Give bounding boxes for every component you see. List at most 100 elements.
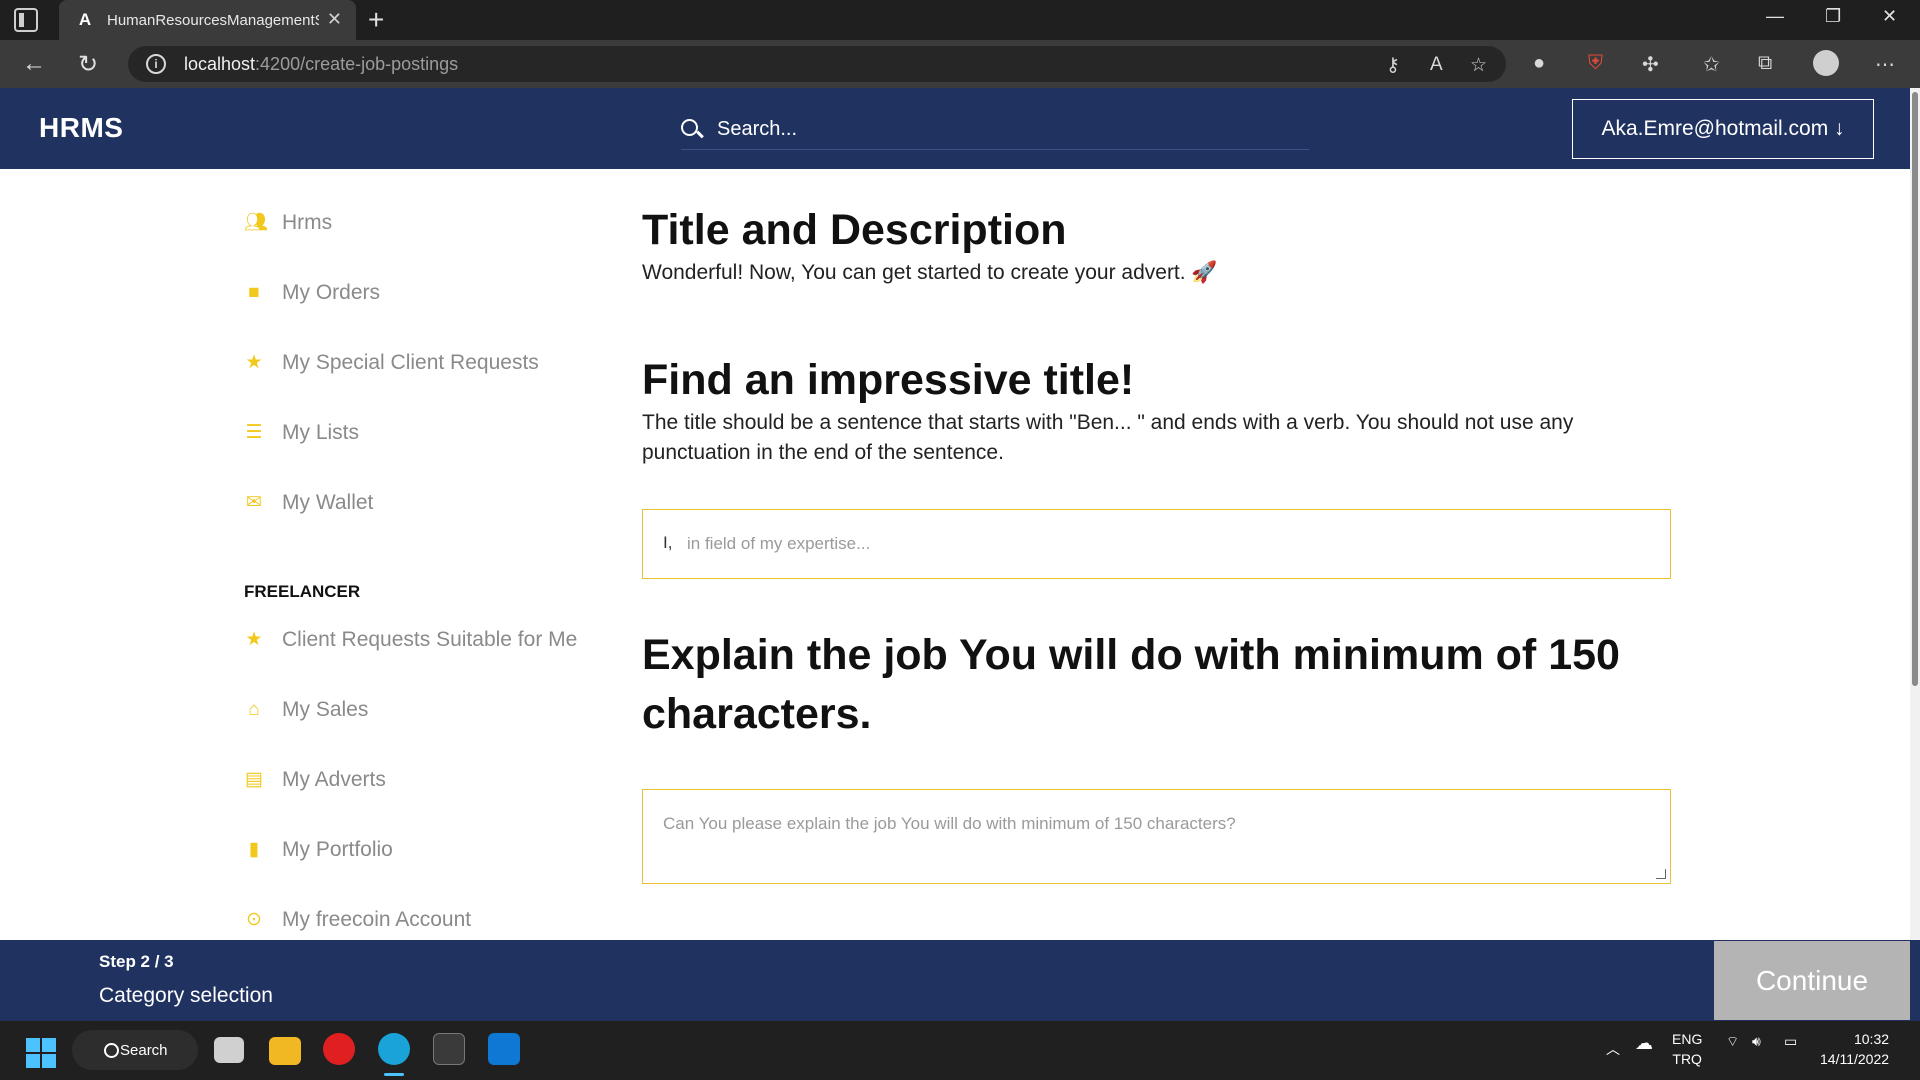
sidebar-item-label: Hrms — [282, 211, 333, 234]
minimize-icon[interactable]: — — [1766, 6, 1784, 27]
step-footer: Step 2 / 3 Category selection Continue — [0, 940, 1920, 1021]
sidebar-item-hrms[interactable]: 👥︎ Hrms — [244, 208, 332, 238]
volume-icon[interactable]: 🔊︎ — [1752, 1033, 1761, 1050]
sidebar-item-my-sales[interactable]: ⌂ My Sales — [244, 695, 368, 725]
step-indicator: Step 2 / 3 — [99, 952, 174, 971]
sidebar-item-client-requests[interactable]: ★ Client Requests Suitable for Me — [244, 625, 577, 655]
store-icon: ⌂ — [248, 699, 260, 720]
list-icon: ☰ — [245, 422, 263, 443]
sidebar-item-label: My Special Client Requests — [282, 351, 539, 374]
users-icon: 👥︎ — [244, 212, 269, 233]
read-aloud-icon[interactable]: A — [1430, 54, 1443, 76]
url-field[interactable]: i localhost:4200/create-job-postings ⚷ A… — [128, 46, 1506, 82]
youtube-music-icon[interactable] — [323, 1033, 355, 1065]
back-icon[interactable]: ← — [22, 50, 46, 78]
edge-browser-icon[interactable] — [378, 1033, 410, 1065]
browser-address-bar: ← ↻ i localhost:4200/create-job-postings… — [0, 40, 1920, 88]
star-icon: ★ — [245, 352, 263, 373]
sidebar-item-my-lists[interactable]: ☰ My Lists — [244, 418, 359, 448]
task-view-icon[interactable] — [214, 1037, 244, 1063]
sidebar-item-my-wallet[interactable]: ✉ My Wallet — [244, 488, 373, 518]
sidebar-item-my-adverts[interactable]: ▤ My Adverts — [244, 765, 386, 795]
continue-button[interactable]: Continue — [1714, 941, 1910, 1020]
taskbar-search-button[interactable]: Search — [72, 1030, 198, 1070]
angular-favicon-icon: A — [78, 10, 92, 29]
file-explorer-icon[interactable] — [269, 1037, 301, 1065]
tray-overflow-icon[interactable]: ︿ — [1606, 1039, 1620, 1059]
sidebar-item-label: My Lists — [282, 421, 360, 444]
tab-actions-icon[interactable] — [14, 8, 38, 32]
section-title-explain-job: Explain the job You will do with minimum… — [642, 631, 1620, 738]
sidebar-item-label: My Portfolio — [282, 838, 393, 861]
sidebar-item-label: My Adverts — [282, 768, 386, 791]
shield-extension-icon[interactable]: ⛨ — [1588, 52, 1603, 75]
tab-title: HumanResourcesManagementSystem — [107, 11, 319, 29]
taskbar-search-label: Search — [120, 1041, 168, 1059]
sidebar-item-freecoin[interactable]: ⊙ My freecoin Account — [244, 905, 471, 935]
edge-active-indicator — [384, 1073, 404, 1076]
book-icon: ▮ — [248, 839, 260, 860]
sidebar-item-label: Client Requests Suitable for Me — [282, 628, 578, 651]
tab-close-icon[interactable]: ✕ — [327, 9, 342, 30]
profile-avatar[interactable] — [1813, 50, 1839, 76]
app-header: HRMS Aka.Emre@hotmail.com ↓ — [0, 88, 1910, 169]
resize-grip-icon[interactable] — [1656, 869, 1666, 879]
favorites-icon[interactable]: ✩ — [1703, 52, 1720, 77]
section-title-title-description: Title and Description — [642, 206, 1067, 254]
windows-start-icon[interactable] — [26, 1038, 56, 1068]
new-tab-icon[interactable]: + — [368, 4, 384, 36]
terminal-icon[interactable] — [433, 1033, 465, 1065]
browser-tab-active[interactable]: A HumanResourcesManagementSystem ✕ — [59, 0, 356, 40]
sidebar-item-my-orders[interactable]: ■ My Orders — [244, 278, 380, 308]
site-info-icon[interactable]: i — [146, 54, 166, 74]
wifi-icon[interactable]: ⌔ — [1726, 1033, 1739, 1051]
battery-icon[interactable]: ▭ — [1784, 1033, 1797, 1050]
section-intro-text: Wonderful! Now, You can get started to c… — [642, 261, 1218, 284]
restore-icon[interactable]: ❐ — [1825, 6, 1841, 27]
language-secondary: TRQ — [1672, 1051, 1702, 1067]
description-textarea[interactable] — [643, 790, 1670, 883]
input-language[interactable]: ENG TRQ — [1672, 1029, 1702, 1069]
collections-icon[interactable]: ⧉ — [1758, 52, 1772, 75]
favorite-add-icon[interactable]: ☆ — [1470, 54, 1487, 77]
step-label: Category selection — [99, 984, 273, 1007]
clock[interactable]: 10:32 14/11/2022 — [1820, 1029, 1889, 1069]
brand-logo[interactable]: HRMS — [39, 112, 123, 144]
title-field: I, — [642, 509, 1671, 579]
language-primary: ENG — [1672, 1031, 1703, 1047]
envelope-icon: ✉ — [246, 492, 262, 513]
browser-tab-bar: A HumanResourcesManagementSystem ✕ + — ❐… — [0, 0, 1920, 40]
search-icon — [681, 118, 704, 141]
browser-menu-icon[interactable]: ⋯ — [1875, 52, 1895, 77]
window-close-icon[interactable]: ✕ — [1882, 6, 1897, 27]
description-field — [642, 789, 1671, 884]
scrollbar-thumb[interactable] — [1912, 92, 1918, 686]
key-icon[interactable]: ⚷ — [1386, 54, 1400, 77]
title-prefix: I, — [663, 533, 673, 552]
url-path: :4200/create-job-postings — [255, 53, 459, 74]
url-host: localhost — [184, 53, 256, 74]
search-bar — [681, 110, 1309, 150]
sidebar-item-label: My Wallet — [282, 491, 374, 514]
sidebar-item-special-requests[interactable]: ★ My Special Client Requests — [244, 348, 539, 378]
clock-time: 10:32 — [1853, 1031, 1890, 1047]
reload-icon[interactable]: ↻ — [78, 50, 98, 79]
title-instructions: The title should be a sentence that star… — [642, 411, 1574, 464]
star-icon: ★ — [245, 629, 263, 650]
vscode-icon[interactable] — [488, 1033, 520, 1065]
sidebar-item-label: My Orders — [282, 281, 381, 304]
page-scrollbar[interactable] — [1910, 88, 1920, 940]
title-input[interactable] — [643, 510, 1670, 578]
sidebar-section-heading: FREELANCER — [244, 582, 361, 601]
section-title-find-title: Find an impressive title! — [642, 356, 1135, 404]
windows-taskbar: Search ︿ ☁ ENG TRQ ⌔ 🔊︎ ▭ 10:32 14/11/20… — [0, 1021, 1920, 1080]
extension-icon[interactable]: ● — [1533, 52, 1545, 75]
shopping-bag-icon: ■ — [248, 282, 260, 303]
sidebar-item-label: My freecoin Account — [282, 908, 472, 931]
search-input[interactable] — [717, 118, 1277, 141]
user-menu-button[interactable]: Aka.Emre@hotmail.com ↓ — [1572, 99, 1874, 159]
sidebar-item-my-portfolio[interactable]: ▮ My Portfolio — [244, 835, 393, 865]
sidebar-item-label: My Sales — [282, 698, 369, 721]
extensions-puzzle-icon[interactable]: ✣ — [1642, 52, 1659, 77]
onedrive-icon[interactable]: ☁ — [1635, 1033, 1653, 1054]
